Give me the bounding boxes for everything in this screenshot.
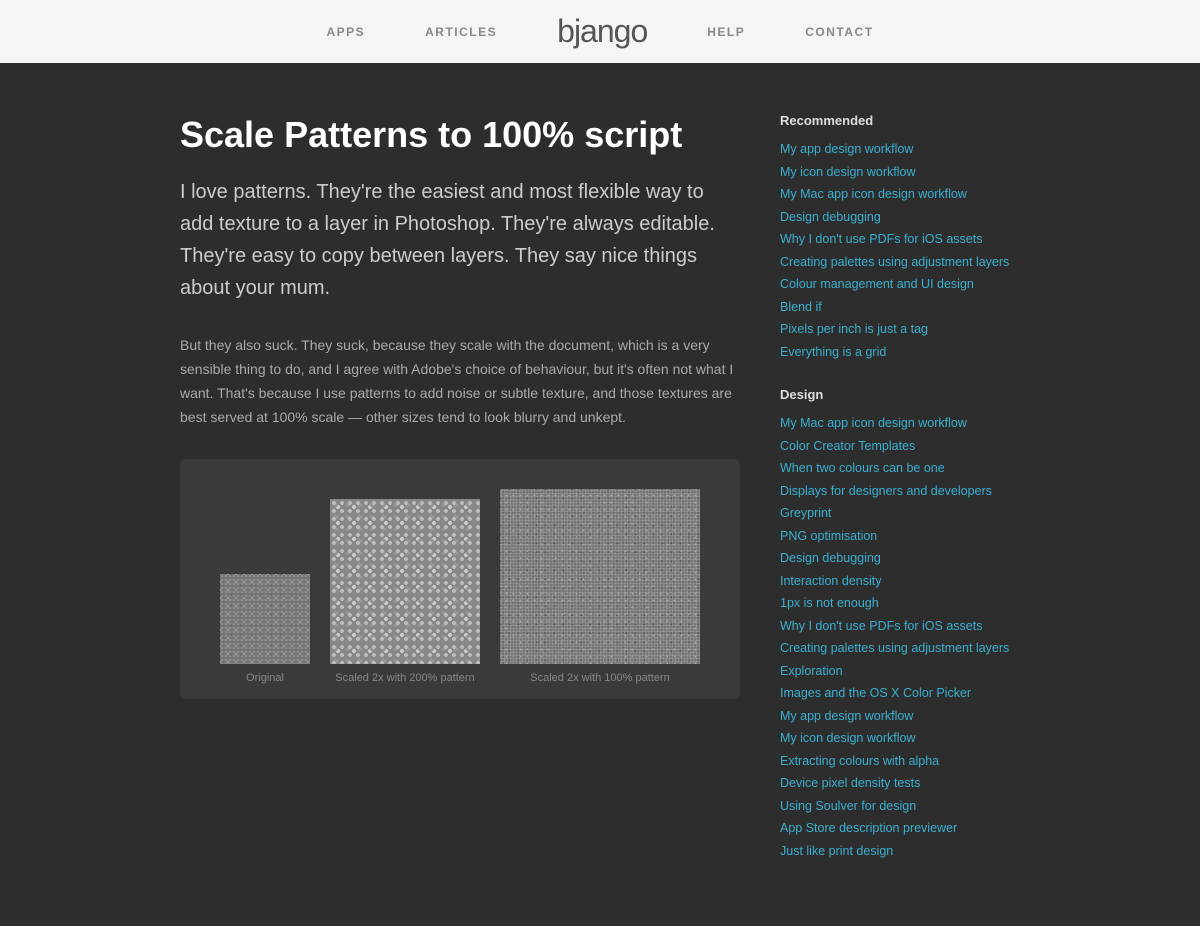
pattern-comparison: Original Scaled 2x with 200% pattern Sca… <box>180 459 740 699</box>
header: APPS ARTICLES bjango HELP CONTACT <box>0 0 1200 63</box>
sidebar-link[interactable]: My Mac app icon design workflow <box>780 412 1010 435</box>
sidebar-link[interactable]: PNG optimisation <box>780 525 1010 548</box>
pattern-200: Scaled 2x with 200% pattern <box>330 499 480 684</box>
sidebar-link[interactable]: My icon design workflow <box>780 727 1010 750</box>
sidebar-link[interactable]: Images and the OS X Color Picker <box>780 682 1010 705</box>
sidebar-link[interactable]: Greyprint <box>780 502 1010 525</box>
pattern-image-200 <box>330 499 480 664</box>
nav-help-link[interactable]: HELP <box>707 25 745 39</box>
nav-contact-link[interactable]: CONTACT <box>805 25 873 39</box>
article-intro: I love patterns. They're the easiest and… <box>180 176 740 304</box>
pattern-image-original <box>220 574 310 664</box>
nav-apps-link[interactable]: APPS <box>326 25 365 39</box>
sidebar-heading-recommended: Recommended <box>780 113 1010 128</box>
pattern-100: Scaled 2x with 100% pattern <box>500 489 700 684</box>
sidebar-link[interactable]: Blend if <box>780 296 1010 319</box>
article-title: Scale Patterns to 100% script <box>180 113 740 156</box>
pattern-label-original: Original <box>246 672 284 684</box>
sidebar-link[interactable]: Creating palettes using adjustment layer… <box>780 637 1010 660</box>
pattern-image-100 <box>500 489 700 664</box>
sidebar-link[interactable]: Pixels per inch is just a tag <box>780 318 1010 341</box>
article-content: Scale Patterns to 100% script I love pat… <box>180 113 740 886</box>
sidebar-link[interactable]: When two colours can be one <box>780 457 1010 480</box>
sidebar-link[interactable]: Extracting colours with alpha <box>780 750 1010 773</box>
sidebar-section-recommended: Recommended My app design workflow My ic… <box>780 113 1010 363</box>
sidebar-link[interactable]: Design debugging <box>780 206 1010 229</box>
sidebar-link[interactable]: My icon design workflow <box>780 161 1010 184</box>
sidebar-link[interactable]: Creating palettes using adjustment layer… <box>780 251 1010 274</box>
sidebar: Recommended My app design workflow My ic… <box>780 113 1010 886</box>
sidebar-link[interactable]: Interaction density <box>780 570 1010 593</box>
pattern-label-100: Scaled 2x with 100% pattern <box>530 672 669 684</box>
sidebar-link[interactable]: Just like print design <box>780 840 1010 863</box>
sidebar-link[interactable]: Colour management and UI design <box>780 273 1010 296</box>
sidebar-section-design: Design My Mac app icon design workflow C… <box>780 387 1010 862</box>
article-body: But they also suck. They suck, because t… <box>180 334 740 429</box>
main-content: Scale Patterns to 100% script I love pat… <box>0 63 1200 926</box>
sidebar-link[interactable]: Everything is a grid <box>780 341 1010 364</box>
sidebar-link[interactable]: Design debugging <box>780 547 1010 570</box>
sidebar-link[interactable]: My app design workflow <box>780 138 1010 161</box>
sidebar-link[interactable]: My Mac app icon design workflow <box>780 183 1010 206</box>
sidebar-link[interactable]: Exploration <box>780 660 1010 683</box>
pattern-original: Original <box>220 574 310 684</box>
sidebar-link[interactable]: Device pixel density tests <box>780 772 1010 795</box>
nav-articles-link[interactable]: ARTICLES <box>425 25 497 39</box>
site-logo[interactable]: bjango <box>557 13 647 50</box>
main-nav: APPS ARTICLES bjango HELP CONTACT <box>326 13 873 50</box>
sidebar-link[interactable]: Using Soulver for design <box>780 795 1010 818</box>
sidebar-link[interactable]: 1px is not enough <box>780 592 1010 615</box>
sidebar-link[interactable]: Why I don't use PDFs for iOS assets <box>780 228 1010 251</box>
sidebar-link[interactable]: Displays for designers and developers <box>780 480 1010 503</box>
sidebar-link[interactable]: My app design workflow <box>780 705 1010 728</box>
pattern-label-200: Scaled 2x with 200% pattern <box>335 672 474 684</box>
sidebar-link[interactable]: Why I don't use PDFs for iOS assets <box>780 615 1010 638</box>
sidebar-link[interactable]: App Store description previewer <box>780 817 1010 840</box>
sidebar-heading-design: Design <box>780 387 1010 402</box>
sidebar-link[interactable]: Color Creator Templates <box>780 435 1010 458</box>
